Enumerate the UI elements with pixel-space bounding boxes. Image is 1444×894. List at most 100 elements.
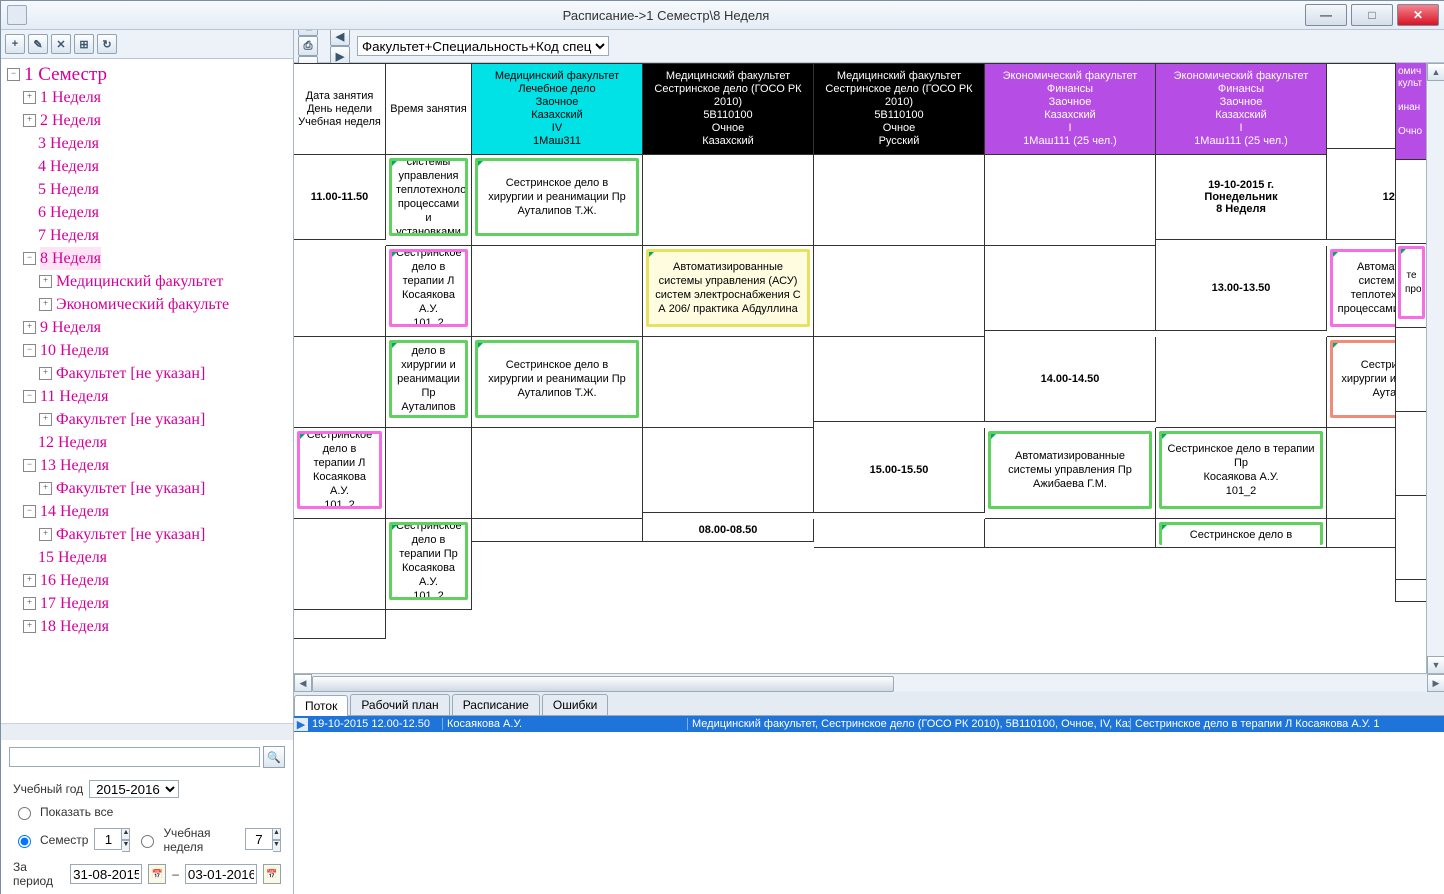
tree-twist-icon[interactable]: − — [23, 252, 36, 265]
tree-twist-icon[interactable]: + — [23, 321, 36, 334]
tab-Рабочий план[interactable]: Рабочий план — [350, 694, 449, 715]
tree-node[interactable]: −14 Неделя — [23, 500, 291, 523]
tab-Расписание[interactable]: Расписание — [452, 694, 540, 715]
lesson-card[interactable]: Автоматизированные системы управления те… — [389, 158, 468, 236]
tree-node[interactable]: +2 Неделя — [23, 109, 291, 132]
lesson-card[interactable]: Сестринское дело в хирургии и реанимации… — [389, 340, 468, 418]
year-select[interactable]: 2015-2016 — [89, 780, 179, 798]
toolbar-button[interactable]: ✎ — [28, 34, 48, 54]
grid-cell[interactable] — [1156, 337, 1327, 428]
hscroll-thumb[interactable] — [312, 676, 894, 692]
tree-twist-icon[interactable]: + — [39, 482, 52, 495]
grid-cell[interactable]: Автоматизированные системы управления Пр… — [985, 428, 1156, 519]
show-all-radio[interactable] — [18, 807, 31, 820]
minimize-button[interactable]: — — [1305, 4, 1347, 26]
tree-twist-icon[interactable]: + — [39, 298, 52, 311]
lesson-card[interactable]: Сестринское дело в хирургии и реанимации… — [475, 340, 639, 418]
semester-radio[interactable] — [18, 835, 31, 848]
tree[interactable]: −1 Семестр+1 Неделя+2 Неделя3 Неделя4 Не… — [1, 59, 293, 723]
tree-twist-icon[interactable]: + — [23, 114, 36, 127]
scroll-left-icon[interactable]: ◀ — [294, 674, 312, 692]
grid-cell[interactable] — [294, 610, 386, 639]
tree-twist-icon[interactable]: − — [23, 344, 36, 357]
tree-node[interactable]: +16 Неделя — [23, 569, 291, 592]
tree-search-button[interactable]: 🔍 — [263, 746, 285, 768]
tree-node[interactable]: 12 Неделя — [23, 431, 291, 454]
tree-root[interactable]: −1 Семестр — [7, 63, 291, 86]
tree-node[interactable]: +1 Неделя — [23, 86, 291, 109]
nav-button[interactable]: ◀ — [330, 30, 350, 46]
lesson-card[interactable]: Автоматизированные системы управления (А… — [646, 249, 810, 327]
toolbar-button[interactable]: + — [5, 34, 25, 54]
lesson-card[interactable]: Сестринское дело в терапии ЛКосаякова А.… — [297, 431, 382, 509]
close-button[interactable]: ✕ — [1397, 4, 1439, 26]
toolbar-button[interactable]: ↻ — [97, 34, 117, 54]
grid-cell[interactable]: Сестринское дело в хирургии и реанимации… — [472, 155, 643, 246]
lesson-card[interactable]: Автоматизированные системы управления Пр… — [988, 431, 1152, 509]
week-spinner[interactable]: ▲▼ — [245, 828, 281, 852]
grid-cell[interactable] — [985, 519, 1156, 548]
maximize-button[interactable]: □ — [1351, 4, 1393, 26]
grid-cell[interactable] — [386, 428, 472, 519]
tree-twist-icon[interactable]: − — [23, 505, 36, 518]
grid-cell[interactable]: Сестринское дело в — [1156, 519, 1327, 548]
tree-twist-icon[interactable]: + — [23, 597, 36, 610]
tree-search-input[interactable] — [9, 747, 260, 767]
tree-node[interactable]: −11 Неделя — [23, 385, 291, 408]
grid-cell[interactable] — [814, 155, 985, 246]
grid-col-header[interactable]: Медицинский факультетЛечебное делоЗаочно… — [472, 64, 643, 155]
tree-node[interactable]: 4 Неделя — [23, 155, 291, 178]
toolbar-button[interactable]: ✕ — [51, 34, 71, 54]
tree-twist-icon[interactable]: + — [23, 620, 36, 633]
schedule-grid[interactable]: Дата занятияДень неделиУчебная неделяВре… — [294, 63, 1444, 639]
lesson-card[interactable]: Сестринское дело в терапии ПрКосаякова А… — [1159, 431, 1323, 509]
tree-node[interactable]: −10 Неделя — [23, 339, 291, 362]
tree-node[interactable]: +Медицинский факультет — [39, 270, 291, 293]
grid-col-header[interactable]: Медицинский факультетСестринское дело (Г… — [814, 64, 985, 155]
grid-col-header[interactable]: Экономический факультетФинансыЗаочноеКаз… — [1156, 64, 1327, 155]
grid-col-header[interactable]: Медицинский факультетСестринское дело (Г… — [643, 64, 814, 155]
scroll-down-icon[interactable]: ▼ — [1427, 656, 1444, 674]
grid-cell[interactable] — [294, 519, 386, 610]
date-from-input[interactable] — [70, 864, 142, 884]
sort-select[interactable]: Факультет+Специальность+Код специальн — [357, 36, 609, 56]
scroll-up-icon[interactable]: ▲ — [1427, 63, 1444, 81]
tree-node[interactable]: 15 Неделя — [23, 546, 291, 569]
tree-twist-icon[interactable]: + — [23, 574, 36, 587]
grid-col-header[interactable]: Экономический факультетФинансыЗаочноеКаз… — [985, 64, 1156, 155]
grid-vscroll[interactable]: ▲ ▼ — [1426, 63, 1444, 674]
grid-cell[interactable]: Автоматизированные системы управления (А… — [643, 246, 814, 337]
detail-row[interactable]: ▶ 19-10-2015 12.00-12.50 Косаякова А.У. … — [294, 716, 1444, 732]
tree-node[interactable]: +17 Неделя — [23, 592, 291, 615]
tree-node[interactable]: +Экономический факульте — [39, 293, 291, 316]
grid-cell[interactable]: Сестринское дело в терапии ПрКосаякова А… — [1156, 428, 1327, 519]
tree-node[interactable]: 7 Неделя — [23, 224, 291, 247]
grid-hscroll[interactable]: ◀ ▶ — [294, 673, 1444, 692]
grid-cell[interactable] — [472, 246, 643, 337]
grid-cell[interactable]: Сестринское дело в терапии ПрКосаякова А… — [386, 519, 472, 610]
grid-cell[interactable] — [643, 155, 814, 246]
tree-node[interactable]: +Факультет [не указан] — [39, 362, 291, 385]
grid-cell[interactable]: Сестринское дело в хирургии и реанимации… — [472, 337, 643, 428]
tab-Поток[interactable]: Поток — [294, 695, 348, 716]
tree-hscroll[interactable] — [1, 723, 293, 740]
grid-cell[interactable] — [985, 155, 1156, 246]
tree-node[interactable]: +Факультет [не указан] — [39, 477, 291, 500]
week-radio[interactable] — [141, 835, 154, 848]
scroll-right-icon[interactable]: ▶ — [1427, 674, 1444, 692]
tree-node[interactable]: +Факультет [не указан] — [39, 408, 291, 431]
date-to-input[interactable] — [185, 864, 257, 884]
grid-cell[interactable] — [472, 428, 643, 519]
grid-cell[interactable] — [294, 337, 386, 428]
tree-twist-icon[interactable]: − — [23, 459, 36, 472]
tree-node[interactable]: 5 Неделя — [23, 178, 291, 201]
tree-node[interactable]: 6 Неделя — [23, 201, 291, 224]
tab-Ошибки[interactable]: Ошибки — [542, 694, 609, 715]
grid-cell[interactable] — [294, 246, 386, 337]
tree-twist-icon[interactable]: − — [7, 68, 20, 81]
grid-cell[interactable] — [814, 519, 985, 548]
tree-twist-icon[interactable]: + — [39, 275, 52, 288]
tree-node[interactable]: +Факультет [не указан] — [39, 523, 291, 546]
date-to-picker-icon[interactable]: 📅 — [263, 864, 281, 884]
tree-node[interactable]: +9 Неделя — [23, 316, 291, 339]
